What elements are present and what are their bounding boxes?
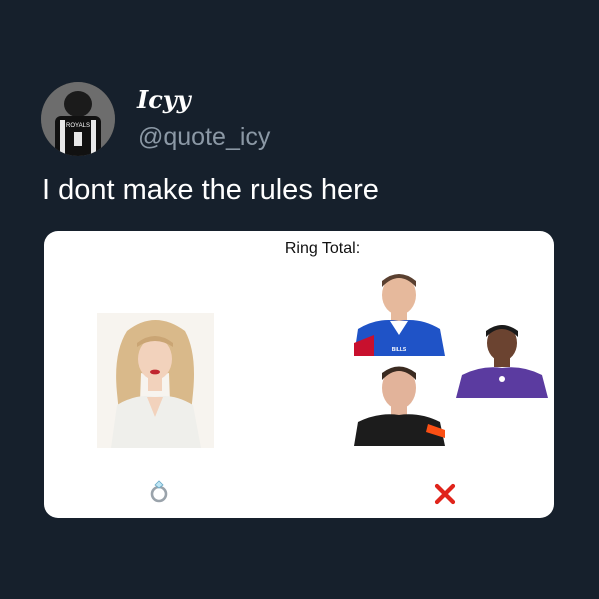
bills-jersey-text: BILLS	[392, 347, 407, 353]
display-name[interactable]: Icyy	[137, 86, 191, 114]
ring-total-label: Ring Total:	[284, 240, 361, 257]
bengals-qb-photo	[354, 358, 445, 446]
cross-icon	[433, 482, 457, 506]
singer-photo	[97, 313, 214, 448]
tweet-text: I dont make the rules here	[42, 174, 379, 206]
avatar[interactable]: ROYALS	[41, 82, 115, 156]
avatar-image: ROYALS	[41, 82, 115, 156]
bills-qb-photo: BILLS	[354, 265, 445, 356]
avatar-jersey-text: ROYALS	[66, 123, 90, 129]
user-handle[interactable]: @quote_icy	[138, 122, 270, 152]
ring-icon	[148, 479, 170, 503]
ravens-qb-photo	[456, 321, 548, 398]
media-card[interactable]: Ring Total: BILLS	[44, 231, 554, 518]
